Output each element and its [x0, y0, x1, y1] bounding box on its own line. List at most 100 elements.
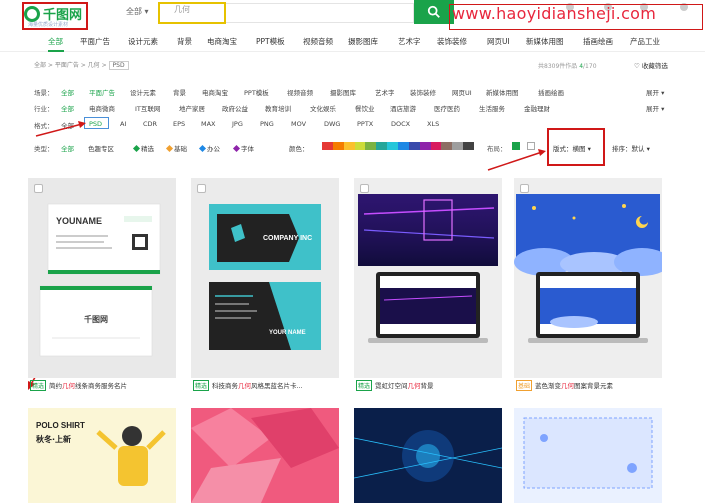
- scene-item[interactable]: PPT模板: [244, 87, 269, 97]
- template-card[interactable]: POLO SHIRT 秋冬·上新: [28, 408, 176, 503]
- format-item[interactable]: EPS: [173, 120, 185, 128]
- industry-item[interactable]: 全部: [61, 103, 74, 113]
- search-button[interactable]: [414, 0, 454, 24]
- card-caption[interactable]: 精选 简约几何线条商务服务名片: [30, 380, 127, 391]
- nav-item-design-elements[interactable]: 设计元素: [128, 36, 158, 47]
- type-all[interactable]: 全部: [61, 143, 74, 153]
- industry-item[interactable]: 地产家居: [179, 103, 205, 113]
- nav-item-photo[interactable]: 摄影图库: [348, 36, 378, 47]
- format-item[interactable]: MOV: [291, 120, 306, 128]
- checkbox-icon[interactable]: [197, 184, 206, 193]
- scene-item[interactable]: 设计元素: [130, 87, 156, 97]
- card-caption[interactable]: 基础 蓝色渐变几何图案背景元素: [516, 380, 613, 391]
- industry-item[interactable]: IT互联网: [135, 103, 160, 113]
- scene-item[interactable]: 摄影图库: [330, 87, 356, 97]
- scene-expand-button[interactable]: 展开 ▾: [646, 87, 664, 97]
- industry-item[interactable]: 金融理财: [524, 103, 550, 113]
- card-name-text: YOUNAME: [56, 216, 102, 226]
- nav-item-new-media[interactable]: 新媒体用图: [526, 36, 564, 47]
- template-card[interactable]: [354, 178, 502, 378]
- color-swatch[interactable]: [354, 142, 366, 150]
- color-swatch[interactable]: [398, 142, 409, 150]
- nav-item-video-audio[interactable]: 视频音频: [303, 36, 333, 47]
- color-swatch[interactable]: [332, 142, 344, 150]
- nav-item-industrial[interactable]: 产品工业: [630, 36, 660, 47]
- nav-item-ppt[interactable]: PPT模板: [256, 36, 285, 47]
- favorite-filter-button[interactable]: ♡ 收藏筛选: [634, 60, 668, 70]
- industry-item[interactable]: 教育培训: [265, 103, 291, 113]
- breadcrumb: 全部 > 平面广告 > 几何 > PSD: [34, 60, 129, 70]
- industry-item[interactable]: 电商微商: [89, 103, 115, 113]
- checkbox-icon[interactable]: [34, 184, 43, 193]
- style-dropdown[interactable]: 版式：横图 ▾: [553, 143, 591, 153]
- template-card[interactable]: [191, 408, 339, 503]
- color-swatch[interactable]: [365, 142, 377, 150]
- format-item[interactable]: DWG: [324, 120, 340, 128]
- card-caption[interactable]: 精选 霓虹灯空间几何背景: [356, 380, 434, 391]
- type-office[interactable]: 办公: [198, 143, 220, 153]
- scene-item[interactable]: 新媒体用图: [486, 87, 519, 97]
- breadcrumb-path[interactable]: 全部 > 平面广告 > 几何 >: [34, 62, 107, 69]
- scene-item[interactable]: 背景: [173, 87, 186, 97]
- template-card[interactable]: YOUNAME 千图网: [28, 178, 176, 378]
- nav-item-web-ui[interactable]: 网页UI: [487, 36, 510, 47]
- industry-item[interactable]: 生活服务: [479, 103, 505, 113]
- color-palette[interactable]: [322, 142, 475, 150]
- template-card[interactable]: [514, 178, 662, 378]
- format-item[interactable]: XLS: [427, 120, 439, 128]
- color-swatch[interactable]: [322, 142, 333, 150]
- nav-item-art-font[interactable]: 艺术字: [398, 36, 421, 47]
- search-scope-dropdown[interactable]: 全部 ▾: [126, 6, 149, 17]
- format-item[interactable]: CDR: [143, 120, 157, 128]
- nav-item-illustration[interactable]: 插画绘画: [583, 36, 613, 47]
- color-swatch[interactable]: [441, 142, 453, 150]
- template-card[interactable]: [514, 408, 662, 503]
- color-swatch[interactable]: [408, 142, 420, 150]
- format-item[interactable]: PPTX: [357, 120, 373, 128]
- promo-subtitle: 秋冬·上新: [35, 434, 71, 444]
- sort-dropdown[interactable]: 排序：默认 ▾: [612, 143, 650, 153]
- checkbox-icon[interactable]: [520, 184, 529, 193]
- nav-item-all[interactable]: 全部: [48, 36, 63, 47]
- format-item[interactable]: PNG: [260, 120, 274, 128]
- card-caption[interactable]: 精选 科技商务几何风格黑蓝名片卡...: [193, 380, 303, 391]
- format-item[interactable]: MAX: [201, 120, 216, 128]
- nav-item-decoration[interactable]: 装饰装修: [437, 36, 467, 47]
- type-font[interactable]: 字体: [232, 143, 254, 153]
- type-basic[interactable]: 基础: [165, 143, 187, 153]
- color-swatch[interactable]: [387, 142, 399, 150]
- scene-item[interactable]: 平面广告: [89, 87, 115, 97]
- template-card[interactable]: [354, 408, 502, 503]
- scene-item[interactable]: 视频音频: [287, 87, 313, 97]
- industry-expand-button[interactable]: 展开 ▾: [646, 103, 664, 113]
- color-swatch[interactable]: [376, 142, 388, 150]
- checkbox-icon[interactable]: [360, 184, 369, 193]
- scene-item[interactable]: 插画绘画: [538, 87, 564, 97]
- header: 千图网 海量优质设计素材 全部 ▾ 几何 www.haoyidiansheji.…: [0, 0, 705, 30]
- industry-item[interactable]: 酒店旅游: [390, 103, 416, 113]
- color-swatch[interactable]: [452, 142, 464, 150]
- industry-item[interactable]: 文化娱乐: [310, 103, 336, 113]
- color-swatch[interactable]: [419, 142, 431, 150]
- nav-item-background[interactable]: 背景: [177, 36, 192, 47]
- format-item[interactable]: AI: [120, 120, 126, 128]
- nav-item-ecommerce[interactable]: 电商淘宝: [207, 36, 237, 47]
- color-swatch[interactable]: [343, 142, 355, 150]
- type-featured[interactable]: 精选: [132, 143, 154, 153]
- template-card[interactable]: COMPANY INC YOUR NAME: [191, 178, 339, 378]
- industry-item[interactable]: 政府公益: [222, 103, 248, 113]
- nav-item-print-ads[interactable]: 平面广告: [80, 36, 110, 47]
- scene-item[interactable]: 电商淘宝: [202, 87, 228, 97]
- breadcrumb-tag[interactable]: PSD: [108, 61, 129, 70]
- scene-item[interactable]: 全部: [61, 87, 74, 97]
- scene-item[interactable]: 艺术字: [375, 87, 395, 97]
- scene-item[interactable]: 网页UI: [452, 87, 472, 97]
- type-color-zone[interactable]: 色趣专区: [88, 143, 114, 153]
- scene-item[interactable]: 装饰装修: [410, 87, 436, 97]
- industry-item[interactable]: 医疗医药: [434, 103, 460, 113]
- color-swatch[interactable]: [430, 142, 442, 150]
- format-item[interactable]: JPG: [232, 120, 243, 128]
- color-swatch[interactable]: [463, 142, 475, 150]
- format-item[interactable]: DOCX: [391, 120, 410, 128]
- industry-item[interactable]: 餐饮业: [355, 103, 375, 113]
